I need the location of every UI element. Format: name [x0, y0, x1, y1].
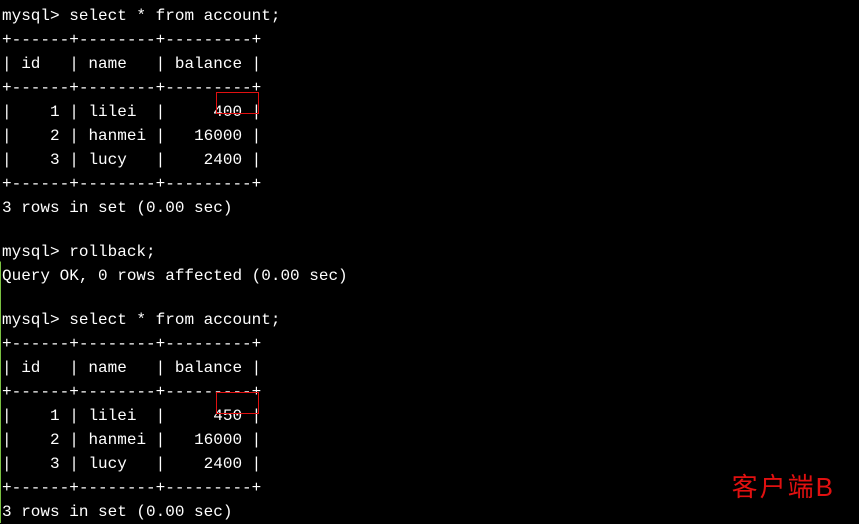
cell-name: lilei [88, 103, 136, 121]
table-border: +------+--------+---------+ [2, 476, 857, 500]
query-ok: Query OK, 0 rows affected (0.00 sec) [2, 264, 857, 288]
table-border: +------+--------+---------+ [2, 380, 857, 404]
table-row: | 3 | lucy | 2400 | [2, 148, 857, 172]
table-border: +------+--------+---------+ [2, 172, 857, 196]
mysql-prompt: mysql> [2, 243, 60, 261]
col-name: name [88, 55, 126, 73]
cell-balance: 16000 [194, 127, 242, 145]
cell-id: 2 [50, 127, 60, 145]
sql-query-2: rollback; [69, 243, 155, 261]
sql-query-3: select * from account; [69, 311, 280, 329]
sql-query-1: select * from account; [69, 7, 280, 25]
cell-id: 1 [50, 407, 60, 425]
table-border: +------+--------+---------+ [2, 28, 857, 52]
table-row: | 2 | hanmei | 16000 | [2, 124, 857, 148]
mysql-prompt: mysql> [2, 7, 60, 25]
prompt-line-1[interactable]: mysql> select * from account; [2, 4, 857, 28]
cell-balance: 400 [213, 103, 242, 121]
cell-id: 3 [50, 455, 60, 473]
col-id: id [21, 55, 40, 73]
table-row: | 2 | hanmei | 16000 | [2, 428, 857, 452]
prompt-line-3[interactable]: mysql> select * from account; [2, 308, 857, 332]
cell-balance: 2400 [204, 151, 242, 169]
left-accent-bar [0, 0, 1, 523]
table-header-row: | id | name | balance | [2, 52, 857, 76]
col-balance: balance [175, 359, 242, 377]
cell-id: 1 [50, 103, 60, 121]
cell-name: lucy [88, 455, 126, 473]
cell-balance: 2400 [204, 455, 242, 473]
cell-name: hanmei [88, 431, 146, 449]
mysql-prompt: mysql> [2, 311, 60, 329]
table-row: | 1 | lilei | 400 | [2, 100, 857, 124]
table-border: +------+--------+---------+ [2, 332, 857, 356]
col-id: id [21, 359, 40, 377]
cell-id: 2 [50, 431, 60, 449]
cell-id: 3 [50, 151, 60, 169]
cell-balance: 450 [213, 407, 242, 425]
table-row: | 3 | lucy | 2400 | [2, 452, 857, 476]
client-label: 客户端B [732, 468, 835, 507]
cell-name: hanmei [88, 127, 146, 145]
table-row: | 1 | lilei | 450 | [2, 404, 857, 428]
blank-line [2, 288, 857, 308]
table-border: +------+--------+---------+ [2, 76, 857, 100]
cell-name: lucy [88, 151, 126, 169]
cell-name: lilei [88, 407, 136, 425]
cell-balance: 16000 [194, 431, 242, 449]
col-balance: balance [175, 55, 242, 73]
table-header-row: | id | name | balance | [2, 356, 857, 380]
rows-in-set: 3 rows in set (0.00 sec) [2, 500, 857, 524]
blank-line [2, 220, 857, 240]
prompt-line-2[interactable]: mysql> rollback; [2, 240, 857, 264]
col-name: name [88, 359, 126, 377]
rows-in-set: 3 rows in set (0.00 sec) [2, 196, 857, 220]
